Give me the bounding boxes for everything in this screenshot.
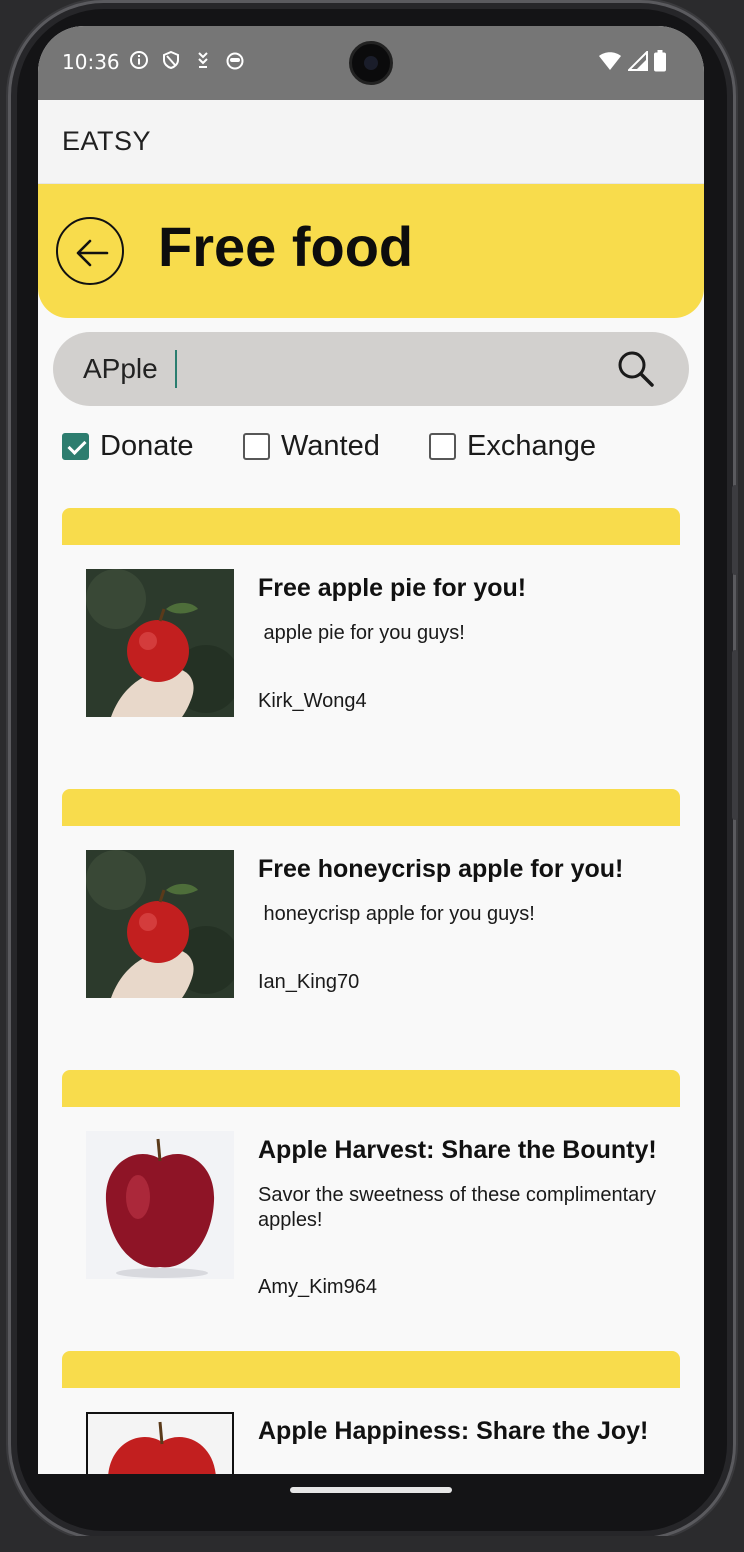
- search-bar: [53, 332, 689, 406]
- app-title: EATSY: [62, 126, 152, 156]
- card-header-band: [62, 789, 680, 826]
- checkbox-wanted[interactable]: [243, 432, 270, 460]
- wifi-icon: [599, 52, 621, 70]
- app-bar: EATSY: [38, 100, 704, 184]
- post-card[interactable]: Apple Harvest: Share the Bounty! Savor t…: [62, 1070, 680, 1330]
- home-indicator[interactable]: [290, 1487, 452, 1493]
- search-input[interactable]: [83, 350, 603, 388]
- back-button[interactable]: [56, 217, 124, 285]
- signal-icon: [628, 51, 648, 71]
- screen: 10:36 EATSY Free food APple Donate Wante…: [38, 26, 704, 1474]
- filter-checkboxes: Donate Wanted Exchange: [62, 426, 682, 470]
- filter-label: Exchange: [467, 429, 596, 462]
- status-icons-left: [128, 50, 246, 75]
- status-time: 10:36: [62, 50, 120, 74]
- post-username: Ian_King70: [258, 971, 360, 993]
- post-title: Apple Harvest: Share the Bounty!: [258, 1136, 657, 1164]
- volume-button: [732, 650, 738, 820]
- info-icon: [128, 50, 150, 75]
- status-bar: 10:36: [38, 26, 704, 100]
- card-header-band: [62, 1070, 680, 1107]
- bottom-strip: [0, 1536, 744, 1552]
- filter-exchange[interactable]: Exchange: [429, 426, 596, 466]
- download-arrows-icon: [192, 50, 214, 75]
- filter-label: Wanted: [281, 429, 380, 462]
- text-caret: [175, 350, 177, 388]
- post-description: Savor the sweetness of these complimenta…: [258, 1184, 656, 1231]
- card-header-band: [62, 508, 680, 545]
- battery-icon: [654, 50, 666, 72]
- shield-icon: [160, 50, 182, 75]
- post-description: apple pie for you guys!: [258, 622, 465, 644]
- post-image-red-apple-white-background: [86, 1412, 234, 1474]
- post-username: Kirk_Wong4: [258, 690, 367, 712]
- card-header-band: [62, 1351, 680, 1388]
- post-image-apple-in-hand: [86, 850, 234, 998]
- post-image-red-apple-white-background: [86, 1131, 234, 1279]
- page-title: Free food: [158, 215, 414, 278]
- status-icons-right: [598, 50, 666, 72]
- search-icon[interactable]: [615, 348, 657, 390]
- post-card[interactable]: Apple Happiness: Share the Joy!: [62, 1351, 680, 1474]
- post-title: Free honeycrisp apple for you!: [258, 855, 624, 883]
- post-title: Apple Happiness: Share the Joy!: [258, 1417, 649, 1445]
- post-title: Free apple pie for you!: [258, 574, 527, 602]
- post-description: honeycrisp apple for you guys!: [258, 903, 535, 925]
- post-username: Amy_Kim964: [258, 1276, 377, 1298]
- filter-wanted[interactable]: Wanted: [243, 426, 380, 466]
- post-card[interactable]: Free apple pie for you! apple pie for yo…: [62, 508, 680, 768]
- post-image-apple-in-hand: [86, 569, 234, 717]
- face-icon: [224, 50, 246, 75]
- arrow-left-icon: [76, 239, 109, 267]
- filter-donate[interactable]: Donate: [62, 426, 194, 466]
- filter-label: Donate: [100, 429, 194, 462]
- front-camera: [349, 41, 393, 85]
- page-header: Free food: [38, 184, 704, 318]
- checkbox-donate[interactable]: [62, 432, 89, 460]
- post-card[interactable]: Free honeycrisp apple for you! honeycris…: [62, 789, 680, 1049]
- checkbox-exchange[interactable]: [429, 432, 456, 460]
- power-button: [732, 485, 738, 575]
